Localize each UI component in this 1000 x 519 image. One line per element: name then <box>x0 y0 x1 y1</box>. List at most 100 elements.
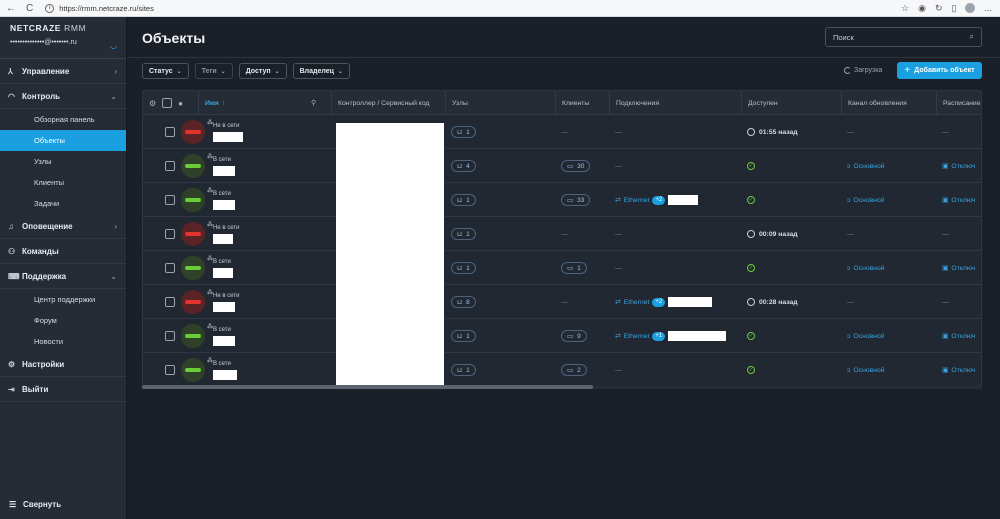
clients-pill[interactable]: ▭ 1 <box>561 262 587 274</box>
schedule-link[interactable]: ▣ Отключ <box>942 264 975 273</box>
sidebar-item-2[interactable]: ♫ Оповещение › <box>0 214 126 239</box>
sidebar-item-0[interactable]: ⅄ Управление › <box>0 59 126 84</box>
row-checkbox[interactable] <box>165 195 175 205</box>
table-row[interactable]: ⁂ Не в сети ⊔ 8 — ⇄ Ethernet +2 00:28 назад — — <box>143 285 981 319</box>
row-checkbox[interactable] <box>165 331 175 341</box>
table-row[interactable]: ⁂ Не в сети ⊔ 1 — — 00:09 назад — — <box>143 217 981 251</box>
star-icon[interactable]: ☆ <box>901 3 909 14</box>
name-cell[interactable]: В сети <box>207 353 237 386</box>
sidebar-subitem[interactable]: Узлы <box>0 151 126 172</box>
nodes-pill[interactable]: ⊔ 1 <box>451 364 476 376</box>
row-checkbox[interactable] <box>165 127 175 137</box>
sidebar-item-6[interactable]: ⇥ Выйти <box>0 377 126 402</box>
nodes-pill[interactable]: ⊔ 8 <box>451 296 476 308</box>
table-row[interactable]: ⁂ В сети ⊔ 1 ▭ 1— ✓ ↄ Основной ▣ Отключ <box>143 251 981 285</box>
table-row[interactable]: ⁂ В сети ⊔ 4 ▭ 30 — ✓ ↄ Основной ▣ Отключ <box>143 149 981 183</box>
column-header[interactable]: Канал обновления <box>841 91 907 115</box>
sidebar-item-5[interactable]: ⚙ Настройки <box>0 352 126 377</box>
column-header[interactable]: Узлы <box>445 91 468 115</box>
reload-icon[interactable]: C <box>26 3 33 14</box>
back-icon[interactable]: ← <box>6 3 16 14</box>
collections-icon[interactable]: ▯ <box>952 3 957 14</box>
schedule-link[interactable]: ▣ Отключ <box>942 366 975 375</box>
sidebar-subitem[interactable]: Задачи <box>0 193 126 214</box>
column-header[interactable]: Подключения <box>609 91 659 115</box>
channel-link[interactable]: ↄ Основной <box>847 367 885 374</box>
name-cell[interactable]: В сети <box>207 149 235 183</box>
clients-cell: ▭ 9 <box>555 319 587 353</box>
name-cell[interactable]: В сети <box>207 319 235 353</box>
horizontal-scrollbar[interactable] <box>142 385 982 389</box>
ethernet-link[interactable]: ⇄ Ethernet +1 <box>615 331 727 341</box>
extension-icon[interactable]: ◉ <box>918 3 926 14</box>
filter-button[interactable]: Теги ⌄ <box>194 63 233 79</box>
table-row[interactable]: ⁂ В сети ⊔ 1 ▭ 33 ⇄ Ethernet +2 ✓ ↄ Основной ▣ Отключ <box>143 183 981 217</box>
pin-icon[interactable]: ⚲ <box>311 99 316 107</box>
schedule-link[interactable]: ▣ Отключ <box>942 162 975 171</box>
sidebar-subitem[interactable]: Центр поддержки <box>0 289 126 310</box>
table-row[interactable]: ⁂ В сети ⊔ 1 ▭ 9 ⇄ Ethernet +1 ✓ ↄ Основной ▣ Отключ <box>143 319 981 353</box>
nodes-pill[interactable]: ⊔ 1 <box>451 228 476 240</box>
channel-link[interactable]: ↄ Основной <box>847 163 885 170</box>
row-checkbox[interactable] <box>165 229 175 239</box>
clients-pill[interactable]: ▭ 30 <box>561 160 591 172</box>
sidebar-subitem[interactable]: Объекты <box>0 130 126 151</box>
clients-pill[interactable]: ▭ 9 <box>561 330 587 342</box>
nodes-pill[interactable]: ⊔ 1 <box>451 262 476 274</box>
sidebar-subitem[interactable]: Форум <box>0 310 126 331</box>
table-row[interactable]: ⁂ Не в сети ⊔ 1 — — 01:55 назад — — <box>143 115 981 149</box>
sidebar-subitem[interactable]: Обзорная панель <box>0 109 126 130</box>
column-header[interactable]: Доступен <box>741 91 778 115</box>
sidebar-item-4[interactable]: ⌨ Поддержка ⌄ <box>0 264 126 289</box>
scrollbar-thumb[interactable] <box>142 385 593 389</box>
name-cell[interactable]: Не в сети <box>207 217 239 251</box>
channel-link[interactable]: ↄ Основной <box>847 265 885 272</box>
sidebar-item-3[interactable]: ⚇ Команды <box>0 239 126 264</box>
column-header[interactable]: Имя ↑ ⚲ <box>198 91 316 115</box>
sidebar-subitem[interactable]: Клиенты <box>0 172 126 193</box>
collapse-button[interactable]: ☰ Свернуть <box>0 489 127 519</box>
search-input[interactable]: Поиск ⌕ <box>825 27 982 47</box>
name-cell[interactable]: В сети <box>207 183 235 217</box>
status-bar-icon <box>185 334 201 338</box>
column-header[interactable]: Расписание <box>936 91 980 115</box>
select-all-checkbox[interactable] <box>162 98 173 108</box>
ethernet-link[interactable]: ⇄ Ethernet +2 <box>615 195 699 205</box>
channel-link[interactable]: ↄ Основной <box>847 333 885 340</box>
nodes-pill[interactable]: ⊔ 1 <box>451 126 476 138</box>
nodes-pill[interactable]: ⊔ 1 <box>451 330 476 342</box>
sidebar-subitem[interactable]: Новости <box>0 331 126 352</box>
column-header-label: Канал обновления <box>848 99 907 107</box>
address-bar[interactable]: i https://rmm.netcraze.ru/sites <box>45 3 154 13</box>
clients-pill[interactable]: ▭ 33 <box>561 194 591 206</box>
row-checkbox[interactable] <box>165 297 175 307</box>
schedule-link[interactable]: ▣ Отключ <box>942 196 975 205</box>
avatar[interactable] <box>965 3 976 13</box>
table-row[interactable]: ⁂ В сети ⊔ 1 ▭ 2 — ✓ ↄ Основной ▣ Отключ <box>143 353 981 386</box>
filter-button[interactable]: Статус ⌄ <box>142 63 189 79</box>
filter-button[interactable]: Владелец ⌄ <box>292 63 350 79</box>
nodes-pill[interactable]: ⊔ 1 <box>451 194 476 206</box>
column-header[interactable]: Клиенты <box>555 91 589 115</box>
add-site-button[interactable]: + Добавить объект <box>897 62 982 79</box>
eye-icon[interactable]: ◡ <box>110 41 117 50</box>
row-checkbox[interactable] <box>165 263 175 273</box>
name-cell[interactable]: В сети <box>207 251 233 285</box>
name-cell[interactable]: Не в сети <box>207 115 243 149</box>
sidebar-item-1[interactable]: ◠ Контроль ⌄ <box>0 84 126 109</box>
row-checkbox[interactable] <box>165 365 175 375</box>
status-text: В сети <box>213 190 231 197</box>
name-cell[interactable]: Не в сети <box>207 285 239 319</box>
column-header[interactable]: Контроллер / Сервисный код <box>331 91 429 115</box>
schedule-link[interactable]: ▣ Отключ <box>942 332 975 341</box>
settings-icon[interactable]: ⚙ <box>149 99 156 108</box>
more-icon[interactable]: ... <box>984 3 992 13</box>
clients-pill[interactable]: ▭ 2 <box>561 364 587 376</box>
row-checkbox[interactable] <box>165 161 175 171</box>
info-icon[interactable]: i <box>45 3 55 13</box>
filter-button[interactable]: Доступ ⌄ <box>238 63 287 79</box>
sync-icon[interactable]: ↻ <box>935 3 943 14</box>
ethernet-link[interactable]: ⇄ Ethernet +2 <box>615 297 713 307</box>
nodes-pill[interactable]: ⊔ 4 <box>451 160 476 172</box>
channel-link[interactable]: ↄ Основной <box>847 197 885 204</box>
